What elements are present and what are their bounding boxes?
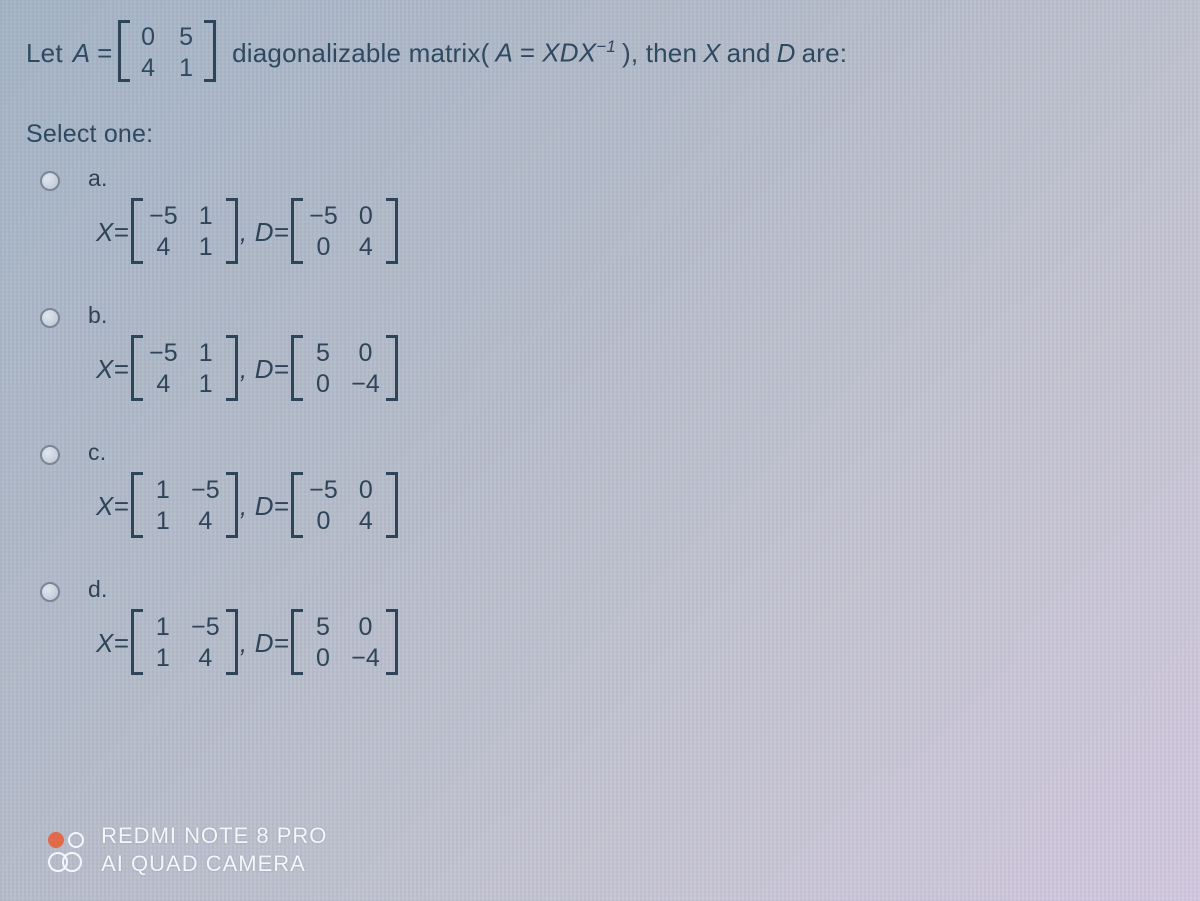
and-word: and <box>727 38 771 69</box>
matrix-D-d: 5 0 0 −4 <box>291 609 398 677</box>
matrix-D-a: −5 0 0 4 <box>291 198 398 266</box>
a-equals: A = <box>73 38 112 69</box>
are-text: are: <box>802 38 848 69</box>
radio-d[interactable] <box>40 582 60 602</box>
phone-watermark: REDMI NOTE 8 PRO AI QUAD CAMERA <box>48 822 327 877</box>
x-var: X <box>703 38 721 69</box>
radio-a[interactable] <box>40 171 60 191</box>
matrix-A: 0 5 4 1 <box>118 20 216 86</box>
diag-text-1: diagonalizable matrix( <box>232 38 489 69</box>
diag-formula: A = XDX−1 <box>495 37 616 69</box>
option-b: b. X= −5 1 4 1 , D= <box>26 302 1174 403</box>
matrix-X-c: 1 −5 1 4 <box>131 472 238 540</box>
d-var: D <box>777 38 796 69</box>
radio-c[interactable] <box>40 445 60 465</box>
select-one: Select one: <box>26 120 1174 149</box>
option-letter-c: c. <box>88 439 398 466</box>
diag-text-2: ), then <box>622 38 697 69</box>
radio-b[interactable] <box>40 308 60 328</box>
matrix-X-d: 1 −5 1 4 <box>131 609 238 677</box>
matrix-D-b: 5 0 0 −4 <box>291 335 398 403</box>
watermark-line2: AI QUAD CAMERA <box>101 851 306 876</box>
watermark-line1: REDMI NOTE 8 PRO <box>101 823 327 848</box>
let-text: Let <box>26 38 63 69</box>
option-a: a. X= −5 1 4 1 , D= <box>26 165 1174 266</box>
matrix-X-a: −5 1 4 1 <box>131 198 238 266</box>
options-list: a. X= −5 1 4 1 , D= <box>26 165 1174 677</box>
option-letter-a: a. <box>88 165 398 192</box>
watermark-icon <box>48 832 84 868</box>
question-content: Let A = 0 5 4 1 diagonalizable matrix( A… <box>0 0 1200 733</box>
option-c: c. X= 1 −5 1 4 , D= <box>26 439 1174 540</box>
matrix-X-b: −5 1 4 1 <box>131 335 238 403</box>
option-letter-d: d. <box>88 576 398 603</box>
option-letter-b: b. <box>88 302 398 329</box>
question-line: Let A = 0 5 4 1 diagonalizable matrix( A… <box>26 20 1174 86</box>
matrix-D-c: −5 0 0 4 <box>291 472 398 540</box>
option-d: d. X= 1 −5 1 4 , D= <box>26 576 1174 677</box>
